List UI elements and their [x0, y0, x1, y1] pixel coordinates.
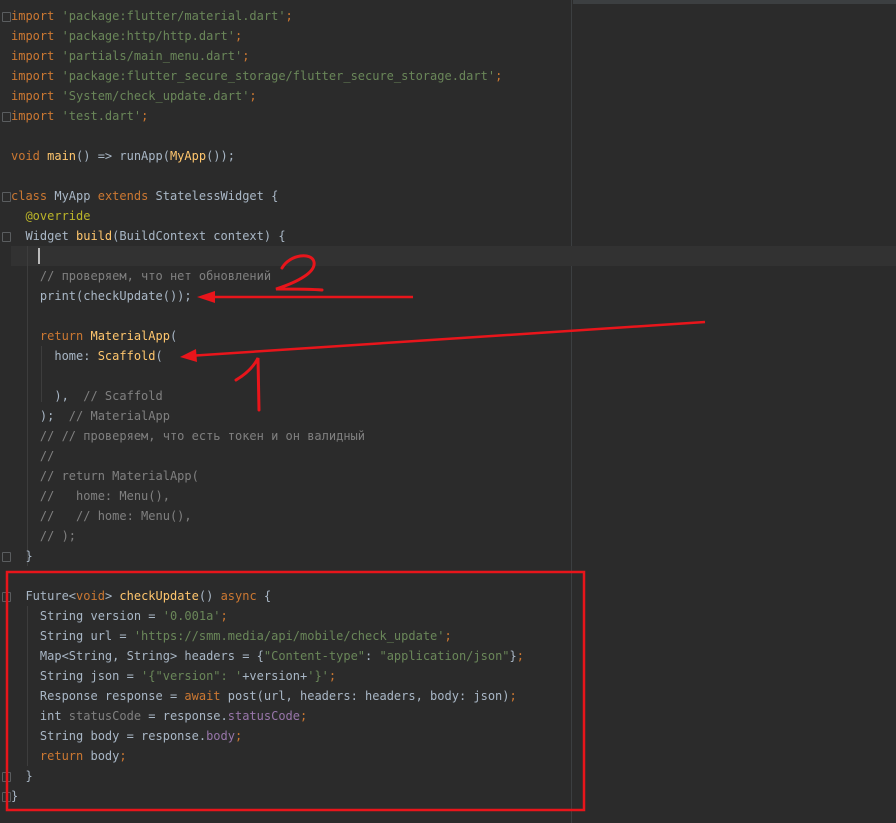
arrow-1	[180, 320, 706, 362]
code-editor[interactable]: import 'package:flutter/material.dart'; i…	[0, 0, 896, 823]
handwritten-1-label	[234, 357, 261, 412]
arrow-2	[197, 291, 413, 303]
highlight-box	[5, 570, 586, 812]
annotation-overlay	[5, 254, 706, 812]
handwritten-2-label	[275, 254, 324, 292]
